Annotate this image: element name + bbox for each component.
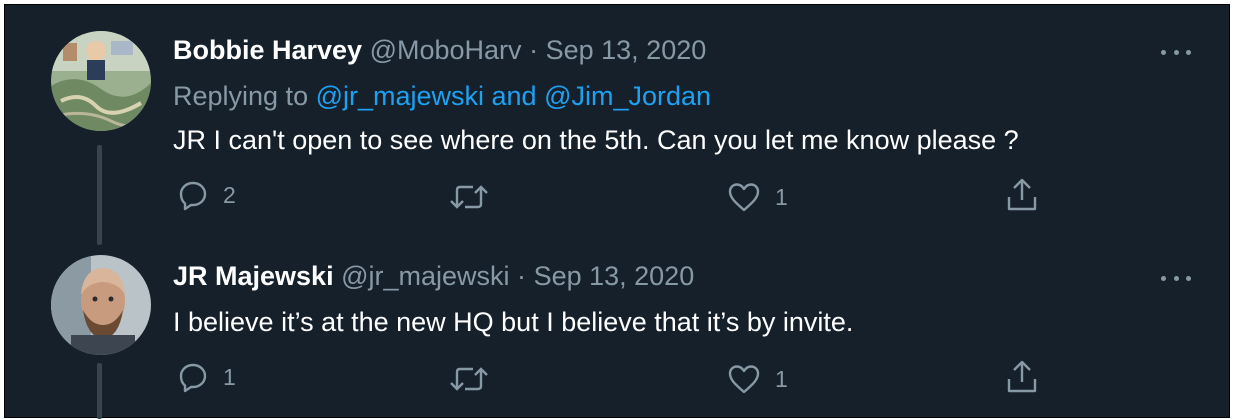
retweet-icon [450, 367, 488, 391]
separator: · [517, 261, 527, 291]
timestamp[interactable]: Sep 13, 2020 [546, 35, 707, 65]
reply-button[interactable]: 1 [177, 361, 236, 393]
more-icon[interactable] [1161, 273, 1191, 283]
handle[interactable]: @jr_majewski [341, 261, 509, 291]
tweet-header: JR Majewski @jr_majewski · Sep 13, 2020 [173, 261, 694, 292]
display-name[interactable]: JR Majewski [173, 261, 334, 291]
like-count: 1 [775, 183, 788, 210]
like-button[interactable]: 1 [727, 181, 788, 213]
reply-button[interactable]: 2 [177, 179, 236, 211]
share-icon [1007, 178, 1037, 211]
reply-count: 1 [223, 363, 236, 390]
replying-prefix: Replying to [173, 81, 316, 111]
retweet-icon [450, 185, 488, 209]
share-icon [1007, 360, 1037, 393]
replying-mentions[interactable]: @jr_majewski and @Jim_Jordan [316, 81, 711, 111]
tweet[interactable]: JR Majewski @jr_majewski · Sep 13, 2020 … [5, 245, 1229, 419]
replying-to: Replying to @jr_majewski and @Jim_Jordan [173, 81, 711, 112]
tweet[interactable]: Bobbie Harvey @MoboHarv · Sep 13, 2020 R… [5, 5, 1229, 245]
tweet-text: JR I can't open to see where on the 5th.… [173, 125, 1019, 155]
tweet-header: Bobbie Harvey @MoboHarv · Sep 13, 2020 [173, 35, 706, 66]
reply-icon [179, 363, 207, 393]
tweet-thread: Bobbie Harvey @MoboHarv · Sep 13, 2020 R… [4, 4, 1230, 419]
like-icon [728, 365, 760, 394]
separator: · [529, 35, 539, 65]
like-button[interactable]: 1 [727, 363, 788, 395]
reply-icon [179, 181, 207, 211]
retweet-button[interactable] [449, 181, 503, 213]
collage-avatar-icon [51, 31, 151, 131]
portrait-avatar-icon [51, 255, 151, 355]
more-icon[interactable] [1161, 47, 1191, 57]
retweet-button[interactable] [449, 363, 503, 395]
like-icon [728, 183, 760, 212]
tweet-text: I believe it’s at the new HQ but I belie… [173, 307, 854, 337]
handle[interactable]: @MoboHarv [370, 35, 522, 65]
share-button[interactable] [1005, 177, 1039, 213]
avatar[interactable] [51, 255, 151, 355]
timestamp[interactable]: Sep 13, 2020 [534, 261, 695, 291]
display-name[interactable]: Bobbie Harvey [173, 35, 362, 65]
reply-count: 2 [223, 181, 236, 208]
avatar[interactable] [51, 31, 151, 131]
share-button[interactable] [1005, 359, 1039, 395]
like-count: 1 [775, 365, 788, 392]
